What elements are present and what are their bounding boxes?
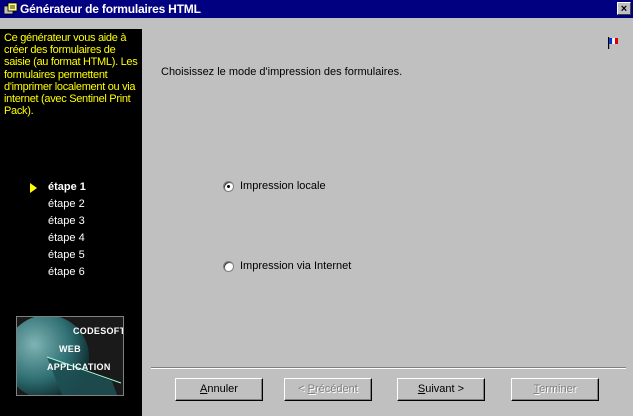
previous-prefix: < [298,383,308,395]
instruction-text: Choisissez le mode d'impression des form… [161,66,403,78]
step-item-6: étape 6 [0,264,142,281]
step-item-5: étape 5 [0,247,142,264]
step-label: étape 2 [48,198,85,210]
step-item-2: étape 2 [0,196,142,213]
step-item-3: étape 3 [0,213,142,230]
option-label: Impression locale [240,180,326,193]
option-internet-print[interactable]: Impression via Internet [223,260,351,272]
step-label: étape 1 [48,181,86,193]
step-label: étape 6 [48,266,85,278]
close-button[interactable]: × [617,2,631,15]
previous-button[interactable]: < Précédent [284,378,372,401]
next-label: uivant > [425,383,465,395]
cancel-label: nnuler [207,383,238,395]
language-flag-icon[interactable] [607,37,619,49]
step-list: étape 1 étape 2 étape 3 étape 4 étape 5 … [0,179,142,281]
logo-line-2: WEB [59,344,81,354]
finish-label: erminer [539,383,577,395]
button-separator [151,367,626,369]
logo-line-3: APPLICATION [47,362,111,372]
current-step-arrow-icon [30,183,37,193]
title-bar: Générateur de formulaires HTML × [0,0,633,18]
wizard-sidebar: Ce générateur vous aide à créer des form… [0,29,142,416]
finish-button[interactable]: Terminer [511,378,599,401]
window-title: Générateur de formulaires HTML [20,2,201,16]
step-label: étape 4 [48,232,85,244]
step-label: étape 3 [48,215,85,227]
radio-checked-icon[interactable] [223,180,234,192]
codesoft-logo: CODESOFT WEB APPLICATION [16,316,124,396]
cancel-button[interactable]: Annuler [175,378,263,401]
app-icon [3,2,18,15]
option-label: Impression via Internet [240,260,352,273]
step-item-4: étape 4 [0,230,142,247]
option-local-print[interactable]: Impression locale [223,180,326,192]
step-label: étape 5 [48,249,85,261]
previous-label: récédent [315,383,358,395]
previous-mnemonic: P [307,383,315,395]
step-item-1: étape 1 [0,179,142,196]
wizard-description: Ce générateur vous aide à créer des form… [4,32,138,118]
next-button[interactable]: Suivant > [397,378,485,401]
logo-line-1: CODESOFT [73,326,124,336]
radio-unchecked-icon[interactable] [223,260,234,272]
